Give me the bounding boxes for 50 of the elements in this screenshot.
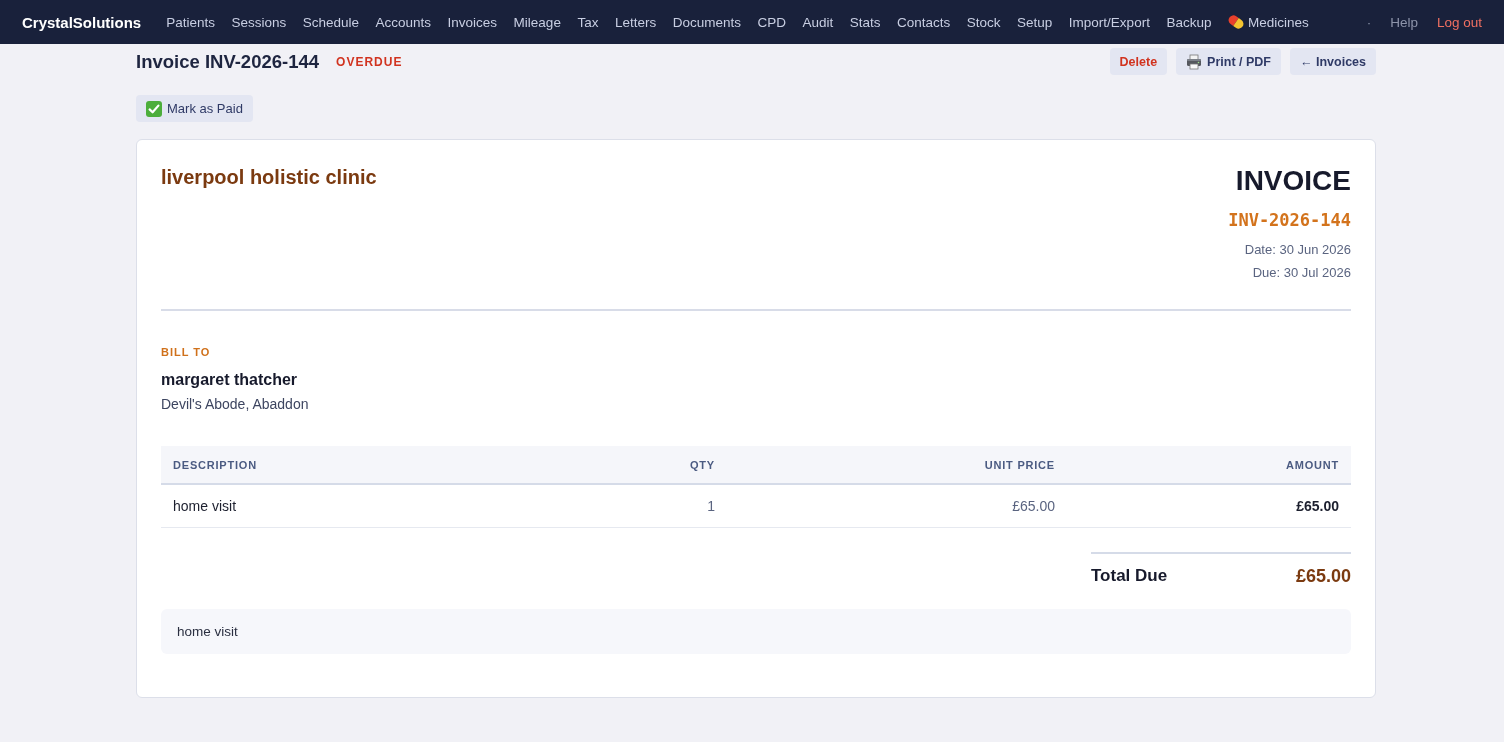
nav-link[interactable]: Setup — [1017, 14, 1053, 30]
nav-link[interactable]: Stock — [966, 14, 1001, 30]
printer-icon — [1186, 53, 1203, 70]
column-header: UNIT PRICE — [727, 446, 1067, 484]
nav-link[interactable]: Audit — [802, 14, 834, 30]
checkmark-icon — [146, 100, 162, 117]
nav-link[interactable]: Letters — [614, 14, 657, 30]
nav-link[interactable]: Import/Export — [1068, 14, 1150, 30]
status-label: OVERDUE — [336, 54, 403, 69]
mark-as-paid-button[interactable]: Mark as Paid — [136, 95, 253, 122]
print-button[interactable]: Print / PDF — [1176, 48, 1281, 75]
logout-link[interactable]: Log out — [1436, 14, 1482, 30]
nav-link[interactable]: CPD — [757, 14, 786, 30]
nav-link[interactable]: Mileage — [513, 14, 561, 30]
nav-link[interactable]: Backup — [1166, 14, 1212, 30]
back-button[interactable]: ← Invoices — [1290, 48, 1376, 75]
due-date: Due: 30 Jul 2026 — [1251, 264, 1351, 282]
page-title: Invoice INV-2026-144 — [136, 50, 320, 73]
table-cell: £65.00 — [727, 484, 1067, 527]
nav-link[interactable]: Accounts — [375, 14, 432, 30]
client-name: margaret thatcher — [161, 370, 299, 390]
nav-link[interactable]: Documents — [672, 14, 741, 30]
nav-link[interactable]: Contacts — [897, 14, 951, 30]
table-cell: 1 — [587, 484, 727, 527]
total-label: Total Due — [1091, 566, 1168, 586]
nav-link[interactable]: Tax — [577, 14, 599, 30]
table-cell: home visit — [161, 484, 587, 527]
invoice-number: INV-2026-144 — [1228, 209, 1351, 231]
column-header: DESCRIPTION — [161, 446, 587, 484]
client-address: Devil's Abode, Abaddon — [161, 395, 310, 413]
bill-to-label: BILL TO — [161, 345, 212, 359]
column-header: AMOUNT — [1067, 446, 1351, 484]
nav-link[interactable]: Medicines — [1227, 14, 1309, 30]
total-amount: £65.00 — [1295, 565, 1351, 587]
table-cell: £65.00 — [1067, 484, 1351, 527]
help-link[interactable]: Help — [1390, 14, 1418, 30]
nav-link[interactable]: Sessions — [231, 14, 287, 30]
column-header: QTY — [587, 446, 727, 484]
clinic-name: liverpool holistic clinic — [161, 165, 377, 190]
notes-panel: home visit — [161, 608, 1351, 654]
invoice-heading: INVOICE — [1234, 164, 1351, 198]
nav-link[interactable]: Invoices — [447, 14, 498, 30]
brand-logo-text[interactable]: CrystalSolutions — [22, 13, 142, 31]
nav-link[interactable]: Stats — [849, 14, 881, 30]
invoice-date: Date: 30 Jun 2026 — [1243, 241, 1351, 259]
nav-link[interactable]: Schedule — [302, 14, 360, 30]
delete-button[interactable]: Delete — [1109, 48, 1168, 75]
separator-dot: · — [1366, 14, 1372, 30]
pill-icon — [1227, 14, 1244, 30]
nav-link[interactable]: Patients — [166, 14, 215, 30]
